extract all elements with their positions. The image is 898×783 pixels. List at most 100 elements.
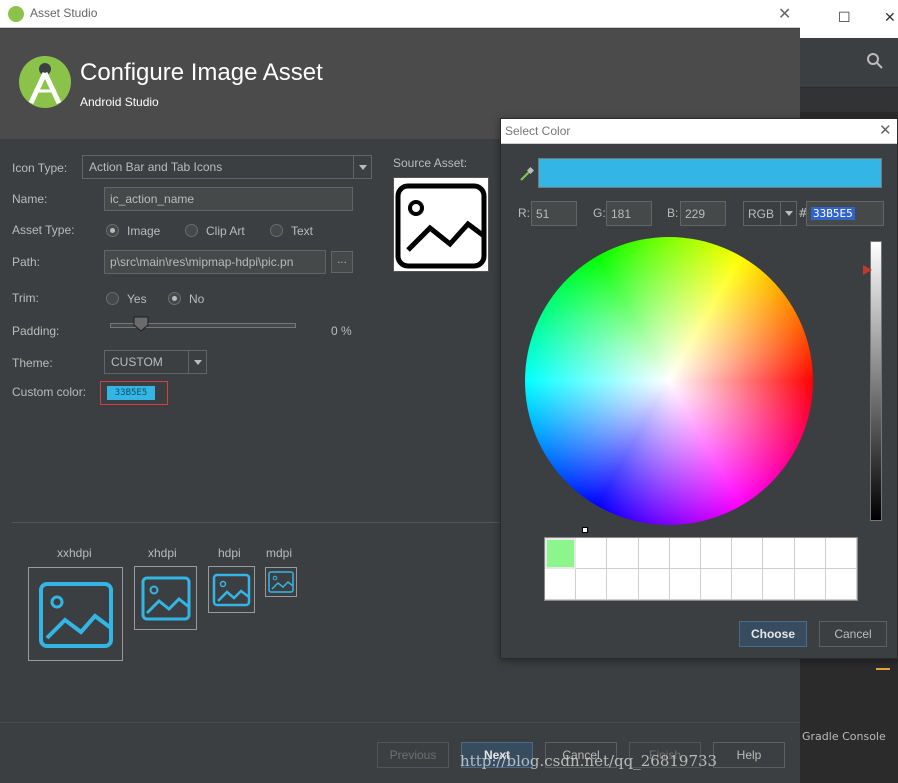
brightness-slider-thumb[interactable] <box>863 265 872 275</box>
image-icon <box>212 573 251 607</box>
image-icon <box>268 571 294 593</box>
recent-color-swatch[interactable] <box>545 538 577 569</box>
custom-color-label: Custom color: <box>12 385 87 399</box>
empty-color-slot[interactable] <box>794 569 826 600</box>
custom-color-button[interactable]: 33B5E5 <box>100 381 168 405</box>
b-label: B: <box>667 206 679 220</box>
dialog-title: Asset Studio <box>30 6 98 20</box>
footer-divider <box>0 722 800 723</box>
path-input[interactable]: p\src\main\res\mipmap-hdpi\pic.pn <box>104 250 326 274</box>
empty-color-slot[interactable] <box>732 569 764 600</box>
choose-button[interactable]: Choose <box>739 621 807 647</box>
path-label: Path: <box>12 255 41 269</box>
hex-input[interactable]: 33B5E5 <box>806 201 884 226</box>
chevron-down-icon <box>353 156 371 178</box>
image-icon <box>395 183 487 269</box>
g-input[interactable]: 181 <box>606 201 652 226</box>
marker-line <box>876 668 890 670</box>
image-icon <box>141 576 191 621</box>
padding-value: 0 % <box>331 324 352 338</box>
g-label: G: <box>593 206 606 220</box>
android-studio-logo <box>19 56 71 108</box>
custom-color-swatch: 33B5E5 <box>107 386 155 400</box>
trim-yes-radio[interactable] <box>106 292 119 305</box>
source-asset-preview <box>393 177 489 272</box>
page-subtitle: Android Studio <box>80 95 159 109</box>
trim-yes-label: Yes <box>127 292 147 306</box>
color-mode-dropdown[interactable]: RGB <box>743 201 797 226</box>
select-color-dialog: Select Color ✕ R: 51 G: 181 B: 229 RGB #… <box>500 118 898 659</box>
help-button[interactable]: Help <box>713 742 785 768</box>
padding-label: Padding: <box>12 324 60 338</box>
selected-color-preview <box>538 158 882 188</box>
trim-no-radio[interactable] <box>168 292 181 305</box>
b-input[interactable]: 229 <box>680 201 726 226</box>
name-input[interactable]: ic_action_name <box>104 187 353 211</box>
empty-color-slot[interactable] <box>825 569 857 600</box>
xxhdpi-label: xxhdpi <box>57 546 92 560</box>
eyedropper-icon[interactable] <box>519 166 535 182</box>
asset-type-image-radio[interactable] <box>106 224 119 237</box>
browse-button[interactable]: ... <box>331 251 353 273</box>
r-label: R: <box>518 206 530 220</box>
name-label: Name: <box>12 192 48 206</box>
empty-color-slot[interactable] <box>669 538 701 569</box>
empty-color-slot[interactable] <box>701 569 733 600</box>
trim-label: Trim: <box>12 291 39 305</box>
close-icon[interactable]: ✕ <box>879 121 892 139</box>
theme-dropdown[interactable]: CUSTOM <box>104 350 207 374</box>
xhdpi-preview <box>134 566 197 630</box>
close-icon[interactable]: ✕ <box>778 4 791 23</box>
empty-color-slot[interactable] <box>607 538 639 569</box>
padding-slider-thumb[interactable] <box>133 316 149 332</box>
empty-color-slot[interactable] <box>607 569 639 600</box>
color-wheel[interactable] <box>525 237 813 533</box>
maximize-icon[interactable]: ☐ <box>838 10 851 26</box>
empty-color-slot[interactable] <box>763 538 795 569</box>
ide-toolbar <box>800 38 898 88</box>
theme-label: Theme: <box>12 356 53 370</box>
empty-color-slot[interactable] <box>794 538 826 569</box>
trim-no-label: No <box>189 292 205 306</box>
r-input[interactable]: 51 <box>531 201 577 226</box>
icon-type-label: Icon Type: <box>12 161 68 175</box>
picker-titlebar: Select Color ✕ <box>501 119 897 144</box>
gradle-console-tab[interactable]: Gradle Console <box>802 730 898 743</box>
color-mode-value: RGB <box>748 207 775 221</box>
empty-color-slot[interactable] <box>669 569 701 600</box>
theme-value: CUSTOM <box>111 355 163 369</box>
previous-button[interactable]: Previous <box>377 742 449 768</box>
image-icon <box>39 582 113 648</box>
close-icon[interactable]: ✕ <box>884 10 896 26</box>
empty-color-slot[interactable] <box>825 538 857 569</box>
search-icon[interactable] <box>866 52 884 70</box>
asset-type-clipart-radio[interactable] <box>185 224 198 237</box>
asset-type-image-label: Image <box>127 224 161 238</box>
icon-type-value: Action Bar and Tab Icons <box>89 160 223 174</box>
mdpi-preview <box>265 567 297 597</box>
asset-type-text-radio[interactable] <box>270 224 283 237</box>
asset-type-clipart-label: Clip Art <box>206 224 245 238</box>
cancel-button[interactable]: Cancel <box>819 621 887 647</box>
empty-color-slot[interactable] <box>576 538 608 569</box>
icon-type-dropdown[interactable]: Action Bar and Tab Icons <box>82 155 372 179</box>
hex-value: 33B5E5 <box>811 207 855 220</box>
empty-color-slot[interactable] <box>763 569 795 600</box>
mdpi-label: mdpi <box>266 546 293 560</box>
xhdpi-label: xhdpi <box>148 546 177 560</box>
empty-color-slot[interactable] <box>576 569 608 600</box>
dialog-titlebar: Asset Studio ✕ <box>0 0 800 28</box>
ide-tabs-strip <box>800 88 898 112</box>
brightness-slider[interactable] <box>870 241 882 521</box>
color-wheel-cursor[interactable] <box>582 527 588 533</box>
asset-type-text-label: Text <box>291 224 314 238</box>
android-studio-icon <box>8 6 24 22</box>
empty-color-slot[interactable] <box>545 569 577 600</box>
empty-color-slot[interactable] <box>638 538 670 569</box>
chevron-down-icon <box>780 202 796 225</box>
empty-color-slot[interactable] <box>701 538 733 569</box>
empty-color-slot[interactable] <box>638 569 670 600</box>
hdpi-label: hdpi <box>218 546 241 560</box>
xxhdpi-preview <box>28 567 123 661</box>
empty-color-slot[interactable] <box>732 538 764 569</box>
